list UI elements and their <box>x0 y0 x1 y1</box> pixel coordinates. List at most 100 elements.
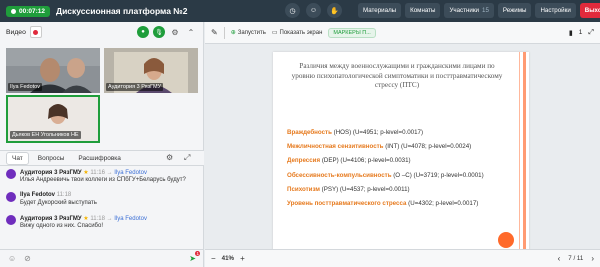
sender-name: Аудитория 3 РязГМУ <box>20 216 82 222</box>
participants-count-badge: 15 <box>482 7 489 14</box>
slide-row: Уровень посттравматического стресса (U=4… <box>287 197 519 211</box>
top-bar: 00:07:12 Дискуссионная платформа №2 ◷ ☺ … <box>0 0 600 22</box>
row-stats: (O –C) (U=3719; p-level=0.0001) <box>393 171 484 179</box>
slide-rows: Враждебность (HOS) (U=4951; p-level=0.00… <box>287 126 519 211</box>
presentation-footer: − 41% + ‹ 7 / 11 › <box>205 249 600 267</box>
slide-row: Враждебность (HOS) (U=4951; p-level=0.00… <box>287 126 519 140</box>
menu-label: Режимы <box>502 7 527 14</box>
video-header: Видео ● 🎙 ⚙ ⌃ <box>0 22 203 42</box>
video-tile-active[interactable]: Дьяков EH Угольников НЕ <box>6 95 100 143</box>
expand-icon[interactable]: ⤢ <box>184 153 190 163</box>
session-timer: 00:07:12 <box>6 5 51 17</box>
next-page-icon[interactable]: › <box>591 254 594 263</box>
presentation-panel: ✎ ⊕ Запустить ▭ Показать экран МАРКЕРЫ П..… <box>205 22 600 267</box>
menu-participants[interactable]: Участники 15 <box>444 3 494 18</box>
show-screen-label: Показать экран <box>279 29 323 36</box>
gear-icon[interactable]: ⚙ <box>169 26 181 38</box>
menu-rooms[interactable]: Комнаты <box>405 3 441 18</box>
zoom-in-icon[interactable]: + <box>240 254 245 263</box>
plus-icon: ⊕ <box>230 30 236 36</box>
slide-decor-bar <box>523 52 526 258</box>
tile-name: Дьяков EH Угольников НЕ <box>10 131 81 139</box>
show-screen-button[interactable]: ▭ Показать экран <box>271 29 323 37</box>
slide-row: Обсессивность-компульсивность (O –C) (U=… <box>287 169 519 183</box>
chat-tabs: Чат Вопросы Расшифровка ⚙ ⤢ <box>0 150 204 166</box>
sender-name: Ilya Fedotov <box>20 192 56 198</box>
gear-icon[interactable]: ⚙ <box>166 153 173 162</box>
slide-title: Различия между военнослужащими и граждан… <box>291 62 503 89</box>
menu-label: Комнаты <box>410 7 436 14</box>
chat-input-row: ☺ ⊘ ➤ 1 <box>0 249 204 267</box>
menu-materials[interactable]: Материалы <box>358 3 402 18</box>
row-stats: (PSY) (U=4537; p-level=0.0011) <box>321 185 410 193</box>
message-text: Илья Андреевичь твои коллеги из СПбГУ+Бе… <box>20 177 186 183</box>
row-name: Враждебность <box>287 129 332 136</box>
fullscreen-icon[interactable]: ⤢ <box>588 29 594 37</box>
microphone-icon[interactable]: 🎙 <box>153 26 165 38</box>
location-icon[interactable]: ● <box>137 26 149 38</box>
record-button[interactable] <box>29 26 42 38</box>
message-header: Аудитория 3 РязГМУ ★ 11:16 → Ilya Fedoto… <box>20 169 147 176</box>
recipient-name[interactable]: Ilya Fedotov <box>114 170 147 176</box>
row-name: Депрессия <box>287 157 321 165</box>
recipient-name[interactable]: Ilya Fedotov <box>114 216 147 222</box>
slide: Различия между военнослужащими и граждан… <box>273 52 529 258</box>
row-stats: (INT) (U=4078; p-level=0.0024) <box>385 143 472 151</box>
exit-button[interactable]: Выход <box>579 3 600 18</box>
room-title: Дискуссионная платформа №2 <box>56 6 188 16</box>
menu-label: Материалы <box>363 7 397 14</box>
avatar <box>6 215 16 225</box>
hand-icon[interactable]: ✋ <box>327 3 342 18</box>
timer-value: 00:07:12 <box>19 7 46 15</box>
message-header: Ilya Fedotov 11:18 <box>20 192 71 198</box>
row-name: Уровень посттравматического стресса <box>287 200 407 208</box>
unread-badge: 1 <box>195 251 200 256</box>
tab-questions[interactable]: Вопросы <box>33 153 70 164</box>
row-name: Межличностная сензитивность <box>287 143 384 151</box>
send-icon[interactable]: ➤ 1 <box>189 251 200 263</box>
zoom-out-icon[interactable]: − <box>211 254 216 263</box>
launch-button[interactable]: ⊕ Запустить <box>230 29 266 37</box>
bookmark-icon[interactable]: ▮ <box>569 29 573 37</box>
row-name: Психотизм <box>287 185 320 193</box>
reply-arrow-icon: → <box>106 216 113 222</box>
collapse-icon[interactable]: ⌃ <box>185 26 197 38</box>
laser-pointer <box>498 232 514 248</box>
slide-decor-bar <box>519 52 520 258</box>
avatar <box>6 169 16 179</box>
attach-icon[interactable]: ⊘ <box>24 254 31 263</box>
emoji-icon[interactable]: ☺ <box>306 3 321 18</box>
row-name: Обсессивность-компульсивность <box>287 171 392 179</box>
message-text: Будет Дукорский выступать <box>20 200 97 206</box>
menu-label: Участники <box>449 7 480 14</box>
video-tile[interactable]: Ilya Fedotov <box>6 48 100 93</box>
tab-chat[interactable]: Чат <box>6 151 29 165</box>
avatar <box>6 192 16 202</box>
launch-label: Запустить <box>237 29 266 36</box>
page-indicator: 7 / 11 <box>568 255 584 262</box>
presentation-toolbar: ✎ ⊕ Запустить ▭ Показать экран МАРКЕРЫ П..… <box>205 22 600 44</box>
menu-settings[interactable]: Настройки <box>535 3 576 18</box>
sender-name: Аудитория 3 РязГМУ <box>20 170 82 176</box>
video-tile[interactable]: Аудитория 3 РязГМУ <box>104 48 198 93</box>
pencil-icon[interactable]: ✎ <box>211 28 218 37</box>
recording-dot-icon <box>11 8 16 14</box>
clock-icon[interactable]: ◷ <box>285 3 300 18</box>
tile-name: Ilya Fedotov <box>8 83 42 91</box>
message-time: 11:18 <box>90 216 105 222</box>
message-text: Вижу одного из них. Спасибо! <box>20 223 103 229</box>
bookmark-count: 1 <box>578 29 583 36</box>
marker-file-chip[interactable]: МАРКЕРЫ П... <box>328 27 376 38</box>
prev-page-icon[interactable]: ‹ <box>558 254 561 263</box>
screen-icon: ▭ <box>271 30 278 36</box>
menu-modes[interactable]: Режимы <box>497 3 532 18</box>
star-icon: ★ <box>83 170 89 176</box>
row-stats: (U=4302; p-level=0.0017) <box>408 200 479 208</box>
divider <box>223 26 225 39</box>
emoji-icon[interactable]: ☺ <box>8 254 16 263</box>
slide-row: Депрессия (DEP) (U=4106; p-level=0.0031) <box>287 154 519 168</box>
reply-arrow-icon: → <box>106 170 113 176</box>
tab-transcript[interactable]: Расшифровка <box>73 153 125 164</box>
star-icon: ★ <box>83 216 89 222</box>
zoom-level[interactable]: 41% <box>222 255 234 262</box>
